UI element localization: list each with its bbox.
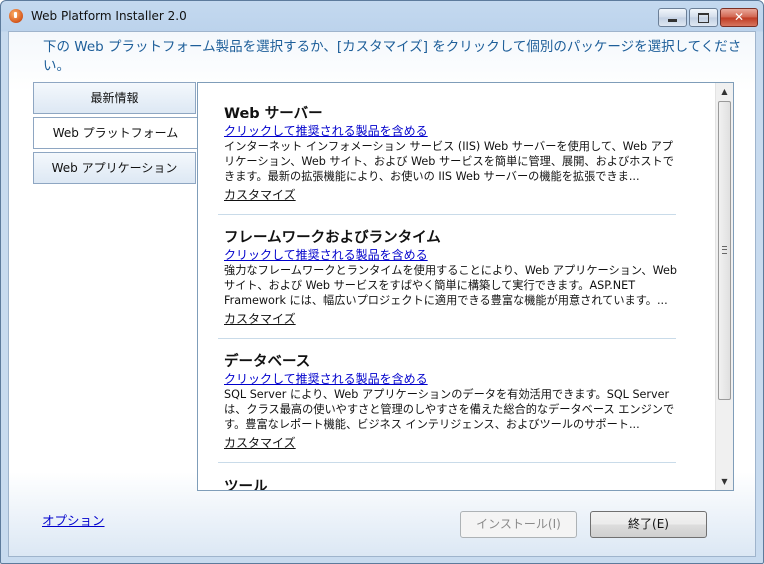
instruction-text: 下の Web プラットフォーム製品を選択するか、[カスタマイズ] をクリックして… — [43, 39, 742, 74]
tab-whats-new[interactable]: 最新情報 — [33, 82, 196, 114]
section-title: Web サーバー — [224, 106, 323, 122]
customize-link[interactable]: カスタマイズ — [224, 434, 679, 451]
section-tools: ツール — [224, 475, 679, 491]
maximize-button[interactable] — [689, 8, 718, 27]
section-frameworks-runtimes: フレームワークおよびランタイム クリックして推奨される製品を含める 強力なフレー… — [224, 226, 679, 327]
close-icon: ✕ — [733, 10, 745, 24]
options-link[interactable]: オプション — [42, 510, 105, 529]
title-bar[interactable]: Web Platform Installer 2.0 ✕ — [1, 1, 763, 31]
vertical-scrollbar[interactable]: ▲ ▼ — [715, 83, 733, 490]
include-recommended-link[interactable]: クリックして推奨される製品を含める — [224, 246, 679, 263]
section-database: データベース クリックして推奨される製品を含める SQL Server により、… — [224, 350, 679, 451]
scrollbar-thumb[interactable] — [718, 101, 731, 400]
section-title: データベース — [224, 354, 311, 370]
installer-window: Web Platform Installer 2.0 ✕ 下の Web プラット… — [0, 0, 764, 564]
tab-web-platform[interactable]: Web プラットフォーム — [33, 117, 197, 149]
window-title: Web Platform Installer 2.0 — [31, 9, 187, 23]
minimize-button[interactable] — [658, 8, 687, 27]
product-list-panel: Web サーバー クリックして推奨される製品を含める インターネット インフォメ… — [197, 82, 734, 491]
include-recommended-link[interactable]: クリックして推奨される製品を含める — [224, 122, 679, 139]
section-web-server: Web サーバー クリックして推奨される製品を含める インターネット インフォメ… — [224, 102, 679, 203]
scroll-down-arrow-icon[interactable]: ▼ — [716, 473, 733, 490]
section-description: インターネット インフォメーション サービス (IIS) Web サーバーを使用… — [224, 140, 674, 183]
section-divider — [218, 462, 676, 463]
section-divider — [218, 338, 676, 339]
section-title: フレームワークおよびランタイム — [224, 230, 441, 246]
maximize-icon — [698, 13, 709, 23]
install-button[interactable]: インストール(I) — [460, 511, 577, 538]
exit-button[interactable]: 終了(E) — [590, 511, 707, 538]
section-title: ツール — [224, 479, 268, 491]
include-recommended-link[interactable]: クリックして推奨される製品を含める — [224, 370, 679, 387]
app-icon — [9, 9, 23, 23]
grip-icon — [722, 246, 727, 254]
section-divider — [218, 214, 676, 215]
customize-link[interactable]: カスタマイズ — [224, 186, 679, 203]
minimize-icon — [668, 19, 677, 22]
tab-web-applications[interactable]: Web アプリケーション — [33, 152, 196, 184]
client-area: 下の Web プラットフォーム製品を選択するか、[カスタマイズ] をクリックして… — [8, 31, 756, 557]
customize-link[interactable]: カスタマイズ — [224, 310, 679, 327]
scroll-up-arrow-icon[interactable]: ▲ — [716, 83, 733, 100]
section-description: 強力なフレームワークとランタイムを使用することにより、Web アプリケーション、… — [224, 264, 677, 307]
section-description: SQL Server により、Web アプリケーションのデータを有効活用できます… — [224, 388, 675, 431]
close-button[interactable]: ✕ — [720, 8, 758, 27]
